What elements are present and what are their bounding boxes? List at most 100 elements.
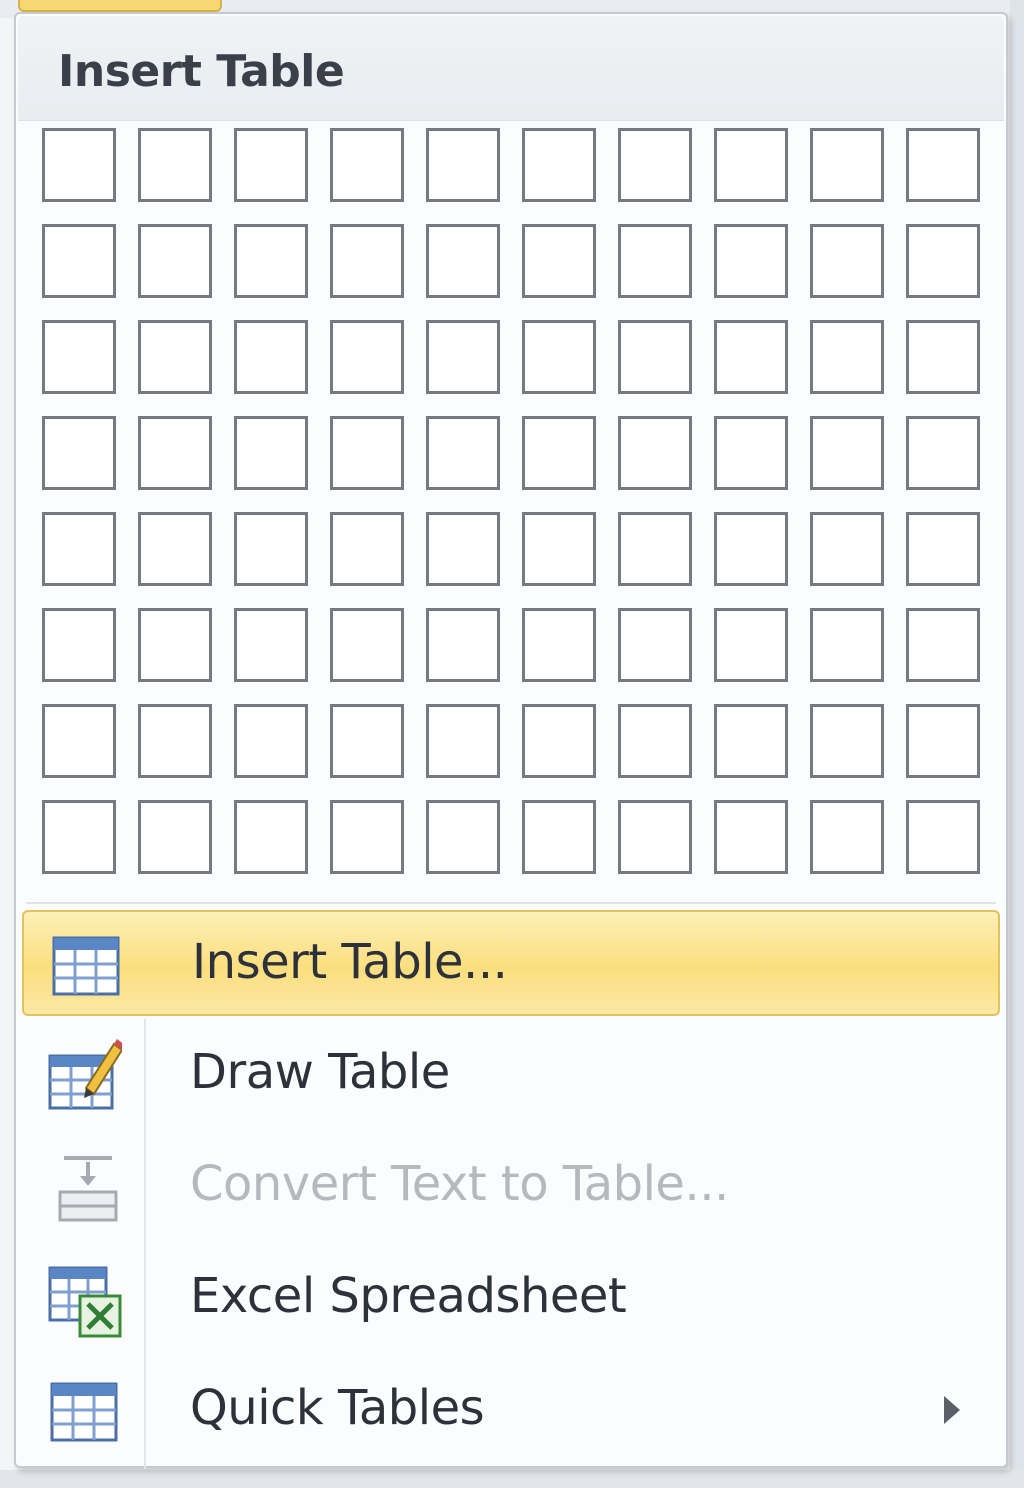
grid-cell[interactable] [810, 128, 884, 202]
grid-cell[interactable] [522, 608, 596, 682]
grid-cell[interactable] [906, 704, 980, 778]
grid-cell[interactable] [714, 128, 788, 202]
grid-cell[interactable] [714, 608, 788, 682]
grid-cell[interactable] [330, 320, 404, 394]
grid-cell[interactable] [330, 416, 404, 490]
quick-tables-icon [50, 1382, 118, 1442]
grid-cell[interactable] [522, 416, 596, 490]
grid-cell[interactable] [618, 608, 692, 682]
grid-cell[interactable] [330, 512, 404, 586]
grid-cell[interactable] [426, 800, 500, 874]
grid-cell[interactable] [426, 608, 500, 682]
grid-cell[interactable] [330, 128, 404, 202]
convert-text-to-table-label: Convert Text to Table... [190, 1156, 729, 1212]
table-icon [52, 936, 120, 996]
grid-cell[interactable] [426, 224, 500, 298]
grid-cell[interactable] [522, 320, 596, 394]
quick-tables-label: Quick Tables [190, 1380, 485, 1436]
grid-cell[interactable] [906, 608, 980, 682]
grid-cell[interactable] [234, 608, 308, 682]
grid-cell[interactable] [330, 704, 404, 778]
grid-cell[interactable] [234, 800, 308, 874]
grid-cell[interactable] [426, 512, 500, 586]
grid-cell[interactable] [42, 416, 116, 490]
grid-cell[interactable] [234, 512, 308, 586]
menu-header: Insert Table [18, 16, 1004, 121]
grid-cell[interactable] [906, 224, 980, 298]
grid-cell[interactable] [138, 128, 212, 202]
grid-cell[interactable] [906, 800, 980, 874]
grid-cell[interactable] [42, 224, 116, 298]
menu-item-convert-text-to-table[interactable]: Convert Text to Table... [22, 1134, 1000, 1240]
grid-cell[interactable] [618, 128, 692, 202]
grid-cell[interactable] [42, 704, 116, 778]
grid-cell[interactable] [618, 704, 692, 778]
grid-cell[interactable] [234, 320, 308, 394]
grid-cell[interactable] [714, 224, 788, 298]
grid-cell[interactable] [810, 512, 884, 586]
grid-cell[interactable] [522, 224, 596, 298]
grid-cell[interactable] [426, 416, 500, 490]
grid-cell[interactable] [138, 512, 212, 586]
grid-cell[interactable] [522, 512, 596, 586]
grid-cell[interactable] [330, 224, 404, 298]
grid-cell[interactable] [42, 800, 116, 874]
grid-cell[interactable] [234, 224, 308, 298]
grid-cell[interactable] [234, 128, 308, 202]
grid-cell[interactable] [426, 128, 500, 202]
insert-table-dropdown: Insert Table Insert Table... Draw Table … [14, 12, 1008, 1469]
draw-table-icon [48, 1039, 122, 1110]
grid-cell[interactable] [234, 416, 308, 490]
submenu-arrow-icon [944, 1396, 960, 1424]
document-background [0, 1470, 1024, 1488]
grid-cell[interactable] [330, 608, 404, 682]
excel-spreadsheet-icon [48, 1266, 122, 1338]
insert-table-label: Insert Table... [192, 934, 508, 990]
menu-item-quick-tables[interactable]: Quick Tables [22, 1358, 1000, 1464]
grid-cell[interactable] [810, 704, 884, 778]
grid-cell[interactable] [714, 416, 788, 490]
table-size-grid[interactable] [42, 128, 992, 894]
grid-cell[interactable] [42, 128, 116, 202]
grid-cell[interactable] [138, 800, 212, 874]
menu-item-insert-table[interactable]: Insert Table... [22, 910, 1000, 1016]
menu-item-excel-spreadsheet[interactable]: Excel Spreadsheet [22, 1246, 1000, 1352]
grid-cell[interactable] [618, 512, 692, 586]
grid-cell[interactable] [618, 320, 692, 394]
grid-cell[interactable] [234, 704, 308, 778]
grid-cell[interactable] [138, 608, 212, 682]
grid-cell[interactable] [810, 800, 884, 874]
grid-cell[interactable] [906, 320, 980, 394]
grid-cell[interactable] [714, 800, 788, 874]
grid-cell[interactable] [810, 608, 884, 682]
grid-cell[interactable] [618, 800, 692, 874]
grid-cell[interactable] [330, 800, 404, 874]
grid-cell[interactable] [906, 512, 980, 586]
grid-cell[interactable] [426, 320, 500, 394]
grid-cell[interactable] [522, 800, 596, 874]
grid-cell[interactable] [906, 128, 980, 202]
grid-cell[interactable] [810, 416, 884, 490]
grid-cell[interactable] [906, 416, 980, 490]
grid-cell[interactable] [42, 320, 116, 394]
grid-cell[interactable] [618, 224, 692, 298]
document-scrollbar-edge [1010, 0, 1024, 1488]
menu-item-draw-table[interactable]: Draw Table [22, 1022, 1000, 1128]
grid-cell[interactable] [138, 320, 212, 394]
grid-cell[interactable] [714, 704, 788, 778]
grid-cell[interactable] [42, 608, 116, 682]
grid-cell[interactable] [714, 320, 788, 394]
grid-cell[interactable] [138, 704, 212, 778]
grid-cell[interactable] [522, 128, 596, 202]
grid-cell[interactable] [810, 224, 884, 298]
grid-cell[interactable] [618, 416, 692, 490]
grid-cell[interactable] [138, 416, 212, 490]
grid-cell[interactable] [426, 704, 500, 778]
table-ribbon-button[interactable] [18, 0, 222, 12]
grid-cell[interactable] [42, 512, 116, 586]
grid-cell[interactable] [522, 704, 596, 778]
grid-cell[interactable] [810, 320, 884, 394]
grid-cell[interactable] [138, 224, 212, 298]
draw-table-label: Draw Table [190, 1044, 450, 1100]
grid-cell[interactable] [714, 512, 788, 586]
